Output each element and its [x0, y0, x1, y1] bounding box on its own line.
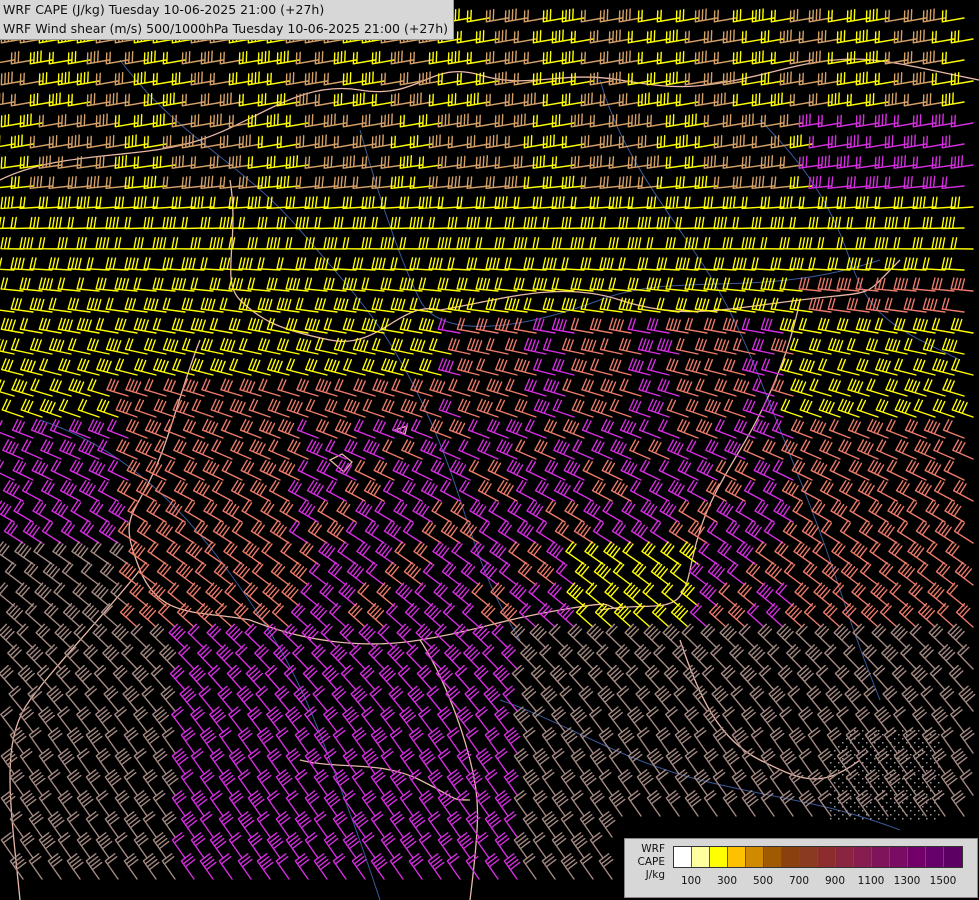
- legend-swatch: [890, 847, 908, 867]
- title-cape: WRF CAPE (J/kg) Tuesday 10-06-2025 21:00…: [3, 2, 325, 17]
- legend-tick-label: 1500: [929, 875, 957, 887]
- legend-swatch: [818, 847, 836, 867]
- legend-swatch: [764, 847, 782, 867]
- legend-tick-label: 700: [788, 875, 810, 887]
- legend-tick-label: 1300: [893, 875, 921, 887]
- legend-swatch: [926, 847, 944, 867]
- legend-swatch: [746, 847, 764, 867]
- legend-tick-label: 500: [752, 875, 774, 887]
- legend-tick-labels: 100 300 500 700 900 1100 1300 1500: [673, 875, 973, 889]
- legend-tick-label: 900: [824, 875, 846, 887]
- legend-swatch: [836, 847, 854, 867]
- legend-swatch: [674, 847, 692, 867]
- legend-swatch: [728, 847, 746, 867]
- legend-swatch: [872, 847, 890, 867]
- legend-title-wrf: WRF: [641, 843, 665, 855]
- legend-title-cape: CAPE: [637, 856, 665, 868]
- legend-swatch: [944, 847, 962, 867]
- legend-tick-label: 1100: [857, 875, 885, 887]
- legend-swatch: [782, 847, 800, 867]
- legend-swatch: [710, 847, 728, 867]
- map-title-box: WRF CAPE (J/kg) Tuesday 10-06-2025 21:00…: [0, 0, 455, 40]
- title-wind-shear: WRF Wind shear (m/s) 500/1000hPa Tuesday…: [3, 21, 449, 36]
- legend-tick-label: 100: [680, 875, 702, 887]
- legend-swatch: [692, 847, 710, 867]
- legend-swatch: [908, 847, 926, 867]
- legend-tick-label: 300: [716, 875, 738, 887]
- wind-shear-cape-map: [0, 0, 979, 900]
- legend-unit: J/kg: [645, 869, 665, 881]
- legend-swatch: [854, 847, 872, 867]
- legend-titles: WRF CAPE J/kg: [629, 843, 665, 882]
- legend-swatch: [800, 847, 818, 867]
- legend-color-scale: [673, 846, 963, 868]
- cape-legend: WRF CAPE J/kg 100 300 500 700 900 1100 1300 150…: [624, 838, 978, 898]
